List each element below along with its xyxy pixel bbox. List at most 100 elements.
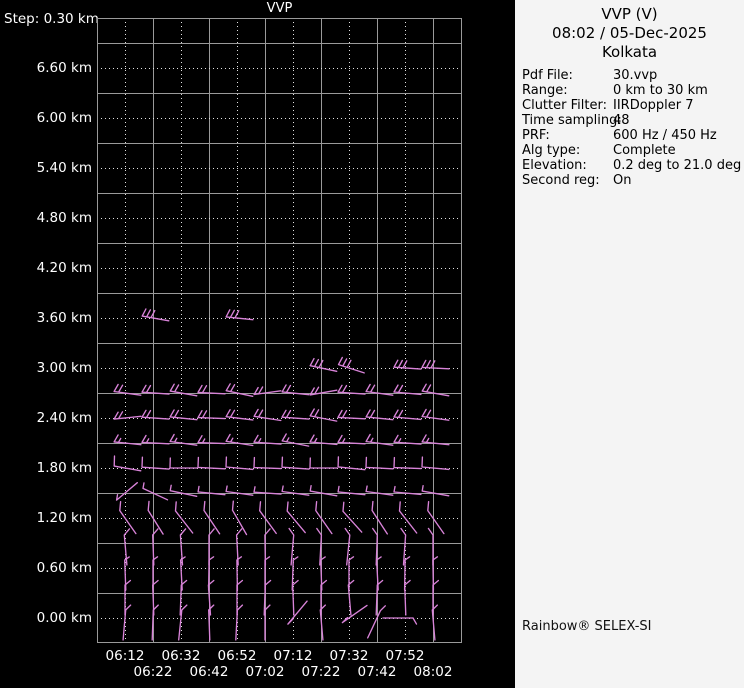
y-axis-label: 0.60 km	[36, 560, 92, 576]
y-axis-label: 4.20 km	[36, 260, 92, 276]
y-axis-label: 0.00 km	[36, 610, 92, 626]
wind-barb	[281, 433, 310, 447]
x-axis-tick: 07:42	[357, 664, 397, 680]
wind-barb	[169, 409, 198, 421]
x-axis-tick: 07:22	[301, 664, 341, 680]
param-value: 0 km to 30 km	[613, 83, 708, 98]
param-value: 30.vvp	[613, 68, 658, 83]
wind-barb	[421, 408, 450, 421]
wind-barb	[309, 457, 338, 469]
wind-barb	[371, 500, 388, 535]
wind-barb	[309, 408, 338, 422]
product-title: VVP (V)	[601, 5, 658, 23]
wind-barb	[393, 359, 422, 370]
wind-barb	[341, 604, 368, 624]
vendor-footer: Rainbow® SELEX-SI	[522, 619, 652, 634]
wind-barb	[197, 410, 226, 420]
param-label: Clutter Filter:	[522, 98, 607, 113]
wind-barb	[281, 456, 310, 470]
wind-barb	[225, 409, 254, 421]
info-panel: VVP (V) 08:02 / 05-Dec-2025 Kolkata Pdf …	[515, 0, 744, 688]
chart-title: VVP	[266, 1, 293, 16]
x-axis-tick: 07:32	[329, 648, 369, 664]
wind-barb	[365, 409, 394, 421]
wind-barb	[115, 482, 138, 501]
wind-barb	[141, 409, 170, 420]
grid-lines	[97, 18, 462, 643]
wind-barb	[342, 501, 363, 533]
wind-barb	[141, 456, 170, 470]
y-axis-label: 6.00 km	[36, 110, 92, 126]
wind-barb	[421, 359, 450, 370]
wind-barb	[393, 434, 422, 445]
x-axis-tick: 06:42	[189, 664, 229, 680]
wind-barb	[147, 500, 164, 535]
wind-barb	[169, 484, 198, 497]
param-row: Time sampling: 48	[522, 113, 742, 128]
wind-barb	[281, 409, 310, 420]
wind-barb	[197, 384, 226, 395]
wind-barb-plot	[97, 18, 462, 643]
param-label: Alg type:	[522, 143, 581, 158]
panel-header: VVP (V) 08:02 / 05-Dec-2025 Kolkata	[515, 0, 744, 62]
param-value: 48	[613, 113, 630, 128]
param-label: Range:	[522, 83, 568, 98]
x-axis-tick: 07:12	[273, 648, 313, 664]
wind-barb	[113, 455, 142, 472]
x-axis-tick: 08:02	[413, 664, 453, 680]
y-axis-label: 4.80 km	[36, 210, 92, 226]
param-row: Pdf File: 30.vvp	[522, 68, 742, 83]
param-value: 0.2 deg to 21.0 deg	[613, 158, 742, 173]
wind-barb	[259, 501, 277, 535]
y-axis-label: 2.40 km	[36, 410, 92, 426]
wind-barb	[421, 456, 450, 471]
wind-barb	[169, 383, 198, 397]
wind-barb	[253, 456, 282, 470]
param-value: On	[613, 173, 632, 188]
wind-barb	[309, 357, 338, 372]
param-label: Elevation:	[522, 158, 587, 173]
param-label: PRF:	[522, 128, 550, 143]
y-axis-label: 1.80 km	[36, 460, 92, 476]
wind-barb	[365, 456, 394, 470]
x-axis-tick: 07:52	[385, 648, 425, 664]
wind-barb	[141, 434, 170, 445]
wind-barb	[337, 434, 366, 445]
param-label: Second reg:	[522, 173, 600, 188]
param-row: Range: 0 km to 30 km	[522, 83, 742, 98]
wind-barb	[287, 600, 308, 625]
wind-barb	[337, 384, 366, 395]
param-row: Elevation: 0.2 deg to 21.0 deg	[522, 158, 742, 173]
x-axis-tick: 06:12	[105, 648, 145, 664]
wind-barb	[421, 485, 450, 497]
param-label: Time sampling:	[522, 113, 622, 128]
wind-barb	[225, 383, 254, 397]
wind-barbs	[113, 308, 450, 641]
wind-barb	[292, 579, 299, 616]
wind-barb	[225, 309, 254, 321]
height-step-label: Step: 0.30 km	[4, 11, 99, 27]
wind-barb	[169, 457, 198, 469]
wind-barb	[197, 435, 226, 445]
wind-barb	[393, 409, 422, 421]
wind-barb	[337, 356, 365, 374]
wind-barb	[398, 501, 418, 534]
wind-barb	[337, 456, 366, 471]
wind-barb	[225, 456, 254, 471]
plot-canvas	[97, 18, 462, 643]
wind-barb	[253, 408, 282, 422]
wind-barb	[315, 501, 333, 535]
wind-barb	[122, 604, 132, 641]
wind-barb	[348, 556, 355, 591]
param-value: 600 Hz / 450 Hz	[613, 128, 717, 143]
site-name: Kolkata	[601, 43, 658, 61]
y-axis-label: 1.20 km	[36, 510, 92, 526]
wind-barb	[235, 604, 244, 641]
param-value: IIRDoppler 7	[613, 98, 694, 113]
y-axis-label: 5.40 km	[36, 160, 92, 176]
wind-barb	[309, 485, 338, 497]
y-axis-label: 3.60 km	[36, 310, 92, 326]
wind-barb	[382, 617, 418, 625]
param-row: Second reg: On	[522, 173, 742, 188]
x-axis-tick: 06:52	[217, 648, 257, 664]
